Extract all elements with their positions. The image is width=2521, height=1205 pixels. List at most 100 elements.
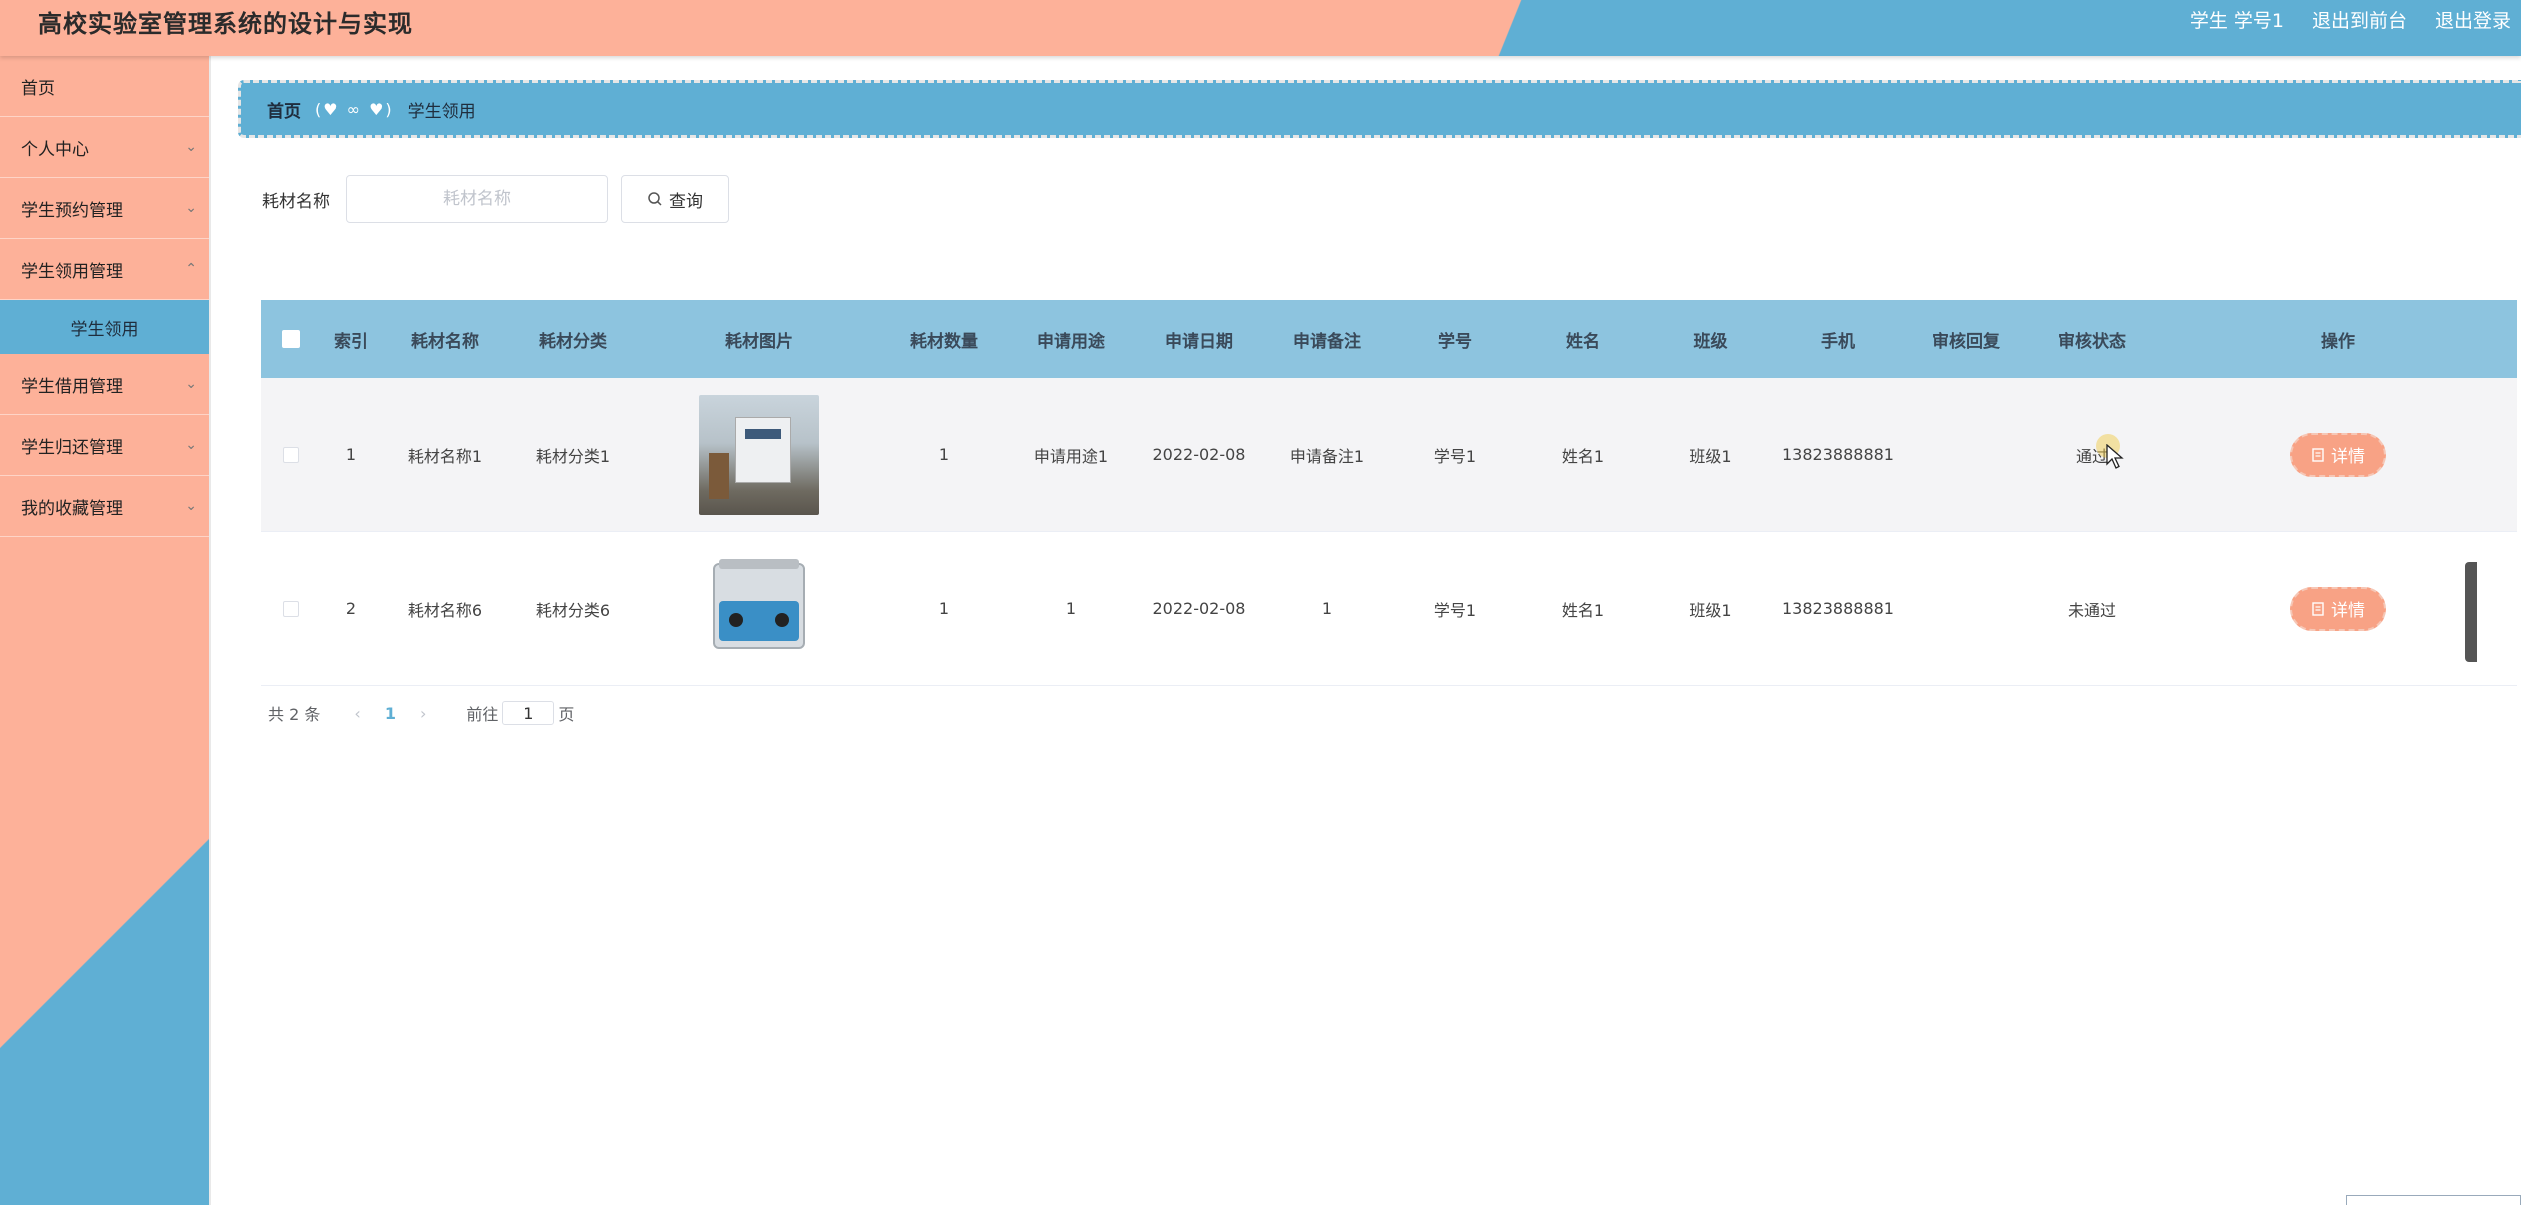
header-use: 申请用途 bbox=[1037, 331, 1105, 352]
sidebar-item-label: 学生领用管理 bbox=[21, 261, 123, 282]
sidebar-item-receive-mgmt[interactable]: 学生领用管理 ⌃ bbox=[0, 239, 209, 300]
detail-button-label: 详情 bbox=[2331, 601, 2365, 621]
cell-index: 1 bbox=[345, 445, 357, 464]
sidebar-item-home[interactable]: 首页 bbox=[0, 56, 209, 117]
header-review-reply: 审核回复 bbox=[1932, 331, 2000, 352]
page-number-current[interactable]: 1 bbox=[385, 704, 396, 723]
header-review-status: 审核状态 bbox=[2058, 331, 2126, 352]
side-scroll-handle[interactable] bbox=[2465, 562, 2477, 662]
prev-page-icon[interactable]: ‹ bbox=[354, 704, 360, 723]
sidebar-item-personal-center[interactable]: 个人中心 ⌄ bbox=[0, 117, 209, 178]
detail-button-label: 详情 bbox=[2331, 447, 2365, 467]
sidebar-item-label: 学生归还管理 bbox=[21, 437, 123, 458]
sidebar-item-return-mgmt[interactable]: 学生归还管理 ⌄ bbox=[0, 415, 209, 476]
cell-use: 申请用途1 bbox=[1033, 446, 1109, 466]
row-checkbox[interactable] bbox=[283, 446, 299, 463]
sidebar-item-label: 我的收藏管理 bbox=[21, 498, 123, 519]
data-table: 索引 耗材名称 耗材分类 耗材图片 耗材数量 申请用途 申请日期 申请备注 学号… bbox=[261, 300, 2517, 686]
cell-note: 1 bbox=[1321, 599, 1333, 618]
total-suffix: 条 bbox=[304, 705, 321, 724]
header-category: 耗材分类 bbox=[539, 331, 607, 352]
sidebar-item-label: 个人中心 bbox=[21, 139, 89, 160]
header-date: 申请日期 bbox=[1165, 331, 1233, 352]
search-button[interactable]: 查询 bbox=[621, 175, 729, 223]
cell-review-status: 未通过 bbox=[2067, 600, 2116, 620]
header-note: 申请备注 bbox=[1293, 331, 1361, 352]
cell-category: 耗材分类1 bbox=[535, 446, 611, 466]
cell-date: 2022-02-08 bbox=[1152, 599, 1246, 618]
cell-student-no: 学号1 bbox=[1433, 446, 1477, 466]
cell-quantity: 1 bbox=[938, 445, 950, 464]
cell-image bbox=[637, 548, 881, 669]
header-name: 耗材名称 bbox=[411, 331, 479, 352]
sidebar-item-borrow-mgmt[interactable]: 学生借用管理 ⌄ bbox=[0, 354, 209, 415]
user-role: 学生 bbox=[2189, 10, 2228, 32]
header-phone: 手机 bbox=[1821, 331, 1855, 352]
row-select-cell bbox=[261, 600, 321, 617]
chevron-up-icon: ⌃ bbox=[185, 261, 197, 277]
header-index: 索引 bbox=[334, 331, 368, 352]
mouse-cursor-icon bbox=[2106, 444, 2124, 469]
breadcrumb-current: 学生领用 bbox=[407, 101, 476, 122]
sidebar: 首页 个人中心 ⌄ 学生预约管理 ⌄ 学生领用管理 ⌃ 学生领用 学生借用管理 … bbox=[0, 56, 211, 1205]
breadcrumb-home[interactable]: 首页 bbox=[267, 97, 301, 122]
goto-page-input[interactable] bbox=[502, 701, 555, 725]
table-header: 索引 耗材名称 耗材分类 耗材图片 耗材数量 申请用途 申请日期 申请备注 学号… bbox=[261, 300, 2517, 378]
cell-quantity: 1 bbox=[938, 599, 950, 618]
chevron-down-icon: ⌄ bbox=[185, 437, 197, 453]
user-info: 学生 学号1 bbox=[2190, 6, 2284, 33]
select-all-checkbox[interactable] bbox=[282, 330, 300, 348]
detail-button[interactable]: 详情 bbox=[2290, 586, 2386, 631]
sidebar-item-label: 学生借用管理 bbox=[21, 376, 123, 397]
consumable-image bbox=[699, 548, 819, 669]
cell-student-name: 姓名1 bbox=[1561, 446, 1605, 466]
app-title: 高校实验室管理系统的设计与实现 bbox=[38, 9, 413, 38]
goto-label: 前往 bbox=[466, 705, 499, 724]
next-page-icon[interactable]: › bbox=[420, 704, 426, 723]
header-student-no: 学号 bbox=[1438, 331, 1472, 352]
sidebar-item-reservation[interactable]: 学生预约管理 ⌄ bbox=[0, 178, 209, 239]
cell-image bbox=[637, 394, 881, 515]
to-front-link[interactable]: 退出到前台 bbox=[2312, 6, 2407, 33]
corner-widget bbox=[2346, 1195, 2521, 1205]
detail-button[interactable]: 详情 bbox=[2290, 432, 2386, 477]
document-icon bbox=[2312, 447, 2324, 462]
row-checkbox[interactable] bbox=[283, 600, 299, 617]
chevron-down-icon: ⌄ bbox=[185, 139, 197, 155]
cell-phone: 13823888881 bbox=[1782, 599, 1894, 618]
cell-note: 申请备注1 bbox=[1289, 446, 1365, 466]
breadcrumb: 首页 (♥ ∞ ♥) 学生领用 bbox=[238, 80, 2521, 138]
logout-link[interactable]: 退出登录 bbox=[2435, 6, 2511, 33]
header-operation: 操作 bbox=[2321, 331, 2355, 352]
top-header: 高校实验室管理系统的设计与实现 学生 学号1 退出到前台 退出登录 bbox=[0, 0, 2521, 56]
sidebar-item-favorites[interactable]: 我的收藏管理 ⌄ bbox=[0, 476, 209, 537]
header-class: 班级 bbox=[1693, 331, 1728, 352]
chevron-down-icon: ⌄ bbox=[185, 376, 197, 392]
sidebar-item-label: 学生领用 bbox=[70, 319, 139, 340]
cell-category: 耗材分类6 bbox=[535, 600, 611, 620]
cell-index: 2 bbox=[345, 599, 357, 618]
table-row: 1 耗材名称1 耗材分类1 1 申请用途1 2022-02-08 申请备注1 学… bbox=[261, 378, 2517, 532]
total-prefix: 共 bbox=[268, 705, 285, 724]
search-button-label: 查询 bbox=[669, 191, 703, 212]
cell-name: 耗材名称6 bbox=[407, 600, 483, 620]
header-image: 耗材图片 bbox=[725, 331, 793, 352]
cell-student-name: 姓名1 bbox=[1561, 600, 1605, 620]
sidebar-item-label: 学生预约管理 bbox=[21, 200, 123, 221]
sidebar-subitem-receive[interactable]: 学生领用 bbox=[0, 300, 209, 354]
cell-class: 班级1 bbox=[1689, 600, 1732, 620]
pagination: 共 2 条 ‹ 1 › 前往 页 bbox=[268, 701, 574, 725]
consumable-image bbox=[699, 394, 819, 515]
chevron-down-icon: ⌄ bbox=[185, 498, 197, 514]
header-actions: 学生 学号1 退出到前台 退出登录 bbox=[2190, 6, 2511, 33]
chevron-down-icon: ⌄ bbox=[185, 200, 197, 216]
page-suffix: 页 bbox=[558, 705, 575, 724]
cell-student-no: 学号1 bbox=[1433, 600, 1477, 620]
cell-date: 2022-02-08 bbox=[1152, 445, 1246, 464]
sidebar-item-label: 首页 bbox=[21, 78, 55, 99]
search-icon bbox=[648, 192, 662, 206]
cell-name: 耗材名称1 bbox=[407, 446, 483, 466]
search-label: 耗材名称 bbox=[262, 192, 330, 212]
cell-phone: 13823888881 bbox=[1782, 445, 1894, 464]
search-input[interactable] bbox=[346, 175, 608, 223]
